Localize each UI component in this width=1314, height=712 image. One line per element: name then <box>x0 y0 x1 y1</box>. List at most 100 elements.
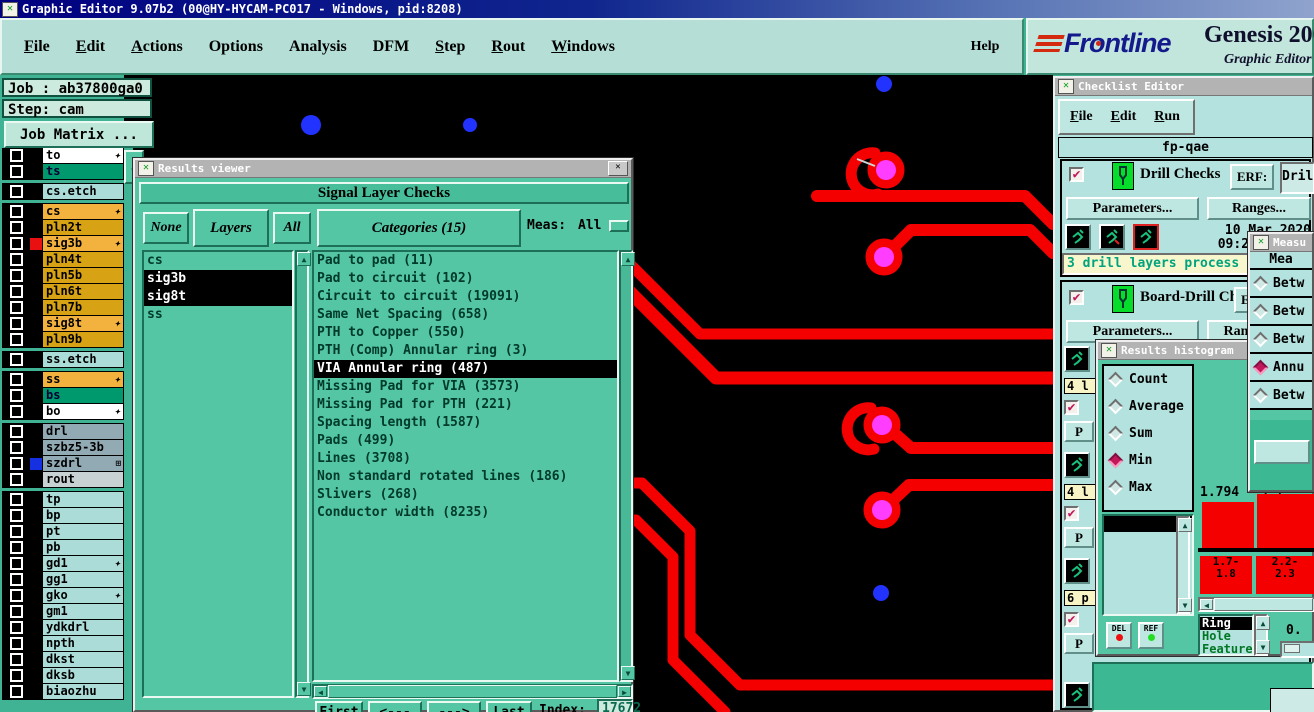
layer-name[interactable]: drl <box>43 424 123 439</box>
check-enabled-checkbox[interactable]: ✔ <box>1064 506 1079 521</box>
erf-button[interactable]: ERF: <box>1230 164 1274 190</box>
scroll-up-icon[interactable]: ▲ <box>1178 518 1192 532</box>
layer-color-chip[interactable] <box>29 268 43 283</box>
results-layer-item[interactable]: ss <box>144 306 292 324</box>
stat-radio-row[interactable]: Min <box>1104 447 1192 474</box>
feature-list-vscrollbar[interactable]: ▲ ▼ <box>1254 614 1270 656</box>
layer-name[interactable]: gd1 ✦ <box>43 556 123 571</box>
nav-last-button[interactable]: Last <box>486 701 532 712</box>
layer-visibility-checkbox[interactable] <box>3 184 29 199</box>
layer-visibility-checkbox[interactable] <box>3 604 29 619</box>
erf-field[interactable]: Dril <box>1280 162 1314 194</box>
layer-color-chip[interactable] <box>29 184 43 199</box>
layer-color-chip[interactable] <box>29 404 43 419</box>
layer-name[interactable]: gko ✦ <box>43 588 123 603</box>
menu-item[interactable]: Rout <box>491 38 525 56</box>
layer-visibility-checkbox[interactable] <box>3 620 29 635</box>
layer-visibility-checkbox[interactable] <box>3 164 29 179</box>
run-check-icon[interactable] <box>1064 558 1090 584</box>
layer-visibility-checkbox[interactable] <box>3 540 29 555</box>
measurement-option-row[interactable]: Betw <box>1250 270 1312 298</box>
layer-name[interactable]: szdrl ⊞ <box>43 456 123 471</box>
layer-color-chip[interactable] <box>29 588 43 603</box>
layer-name[interactable]: cs.etch <box>43 184 123 199</box>
layer-name[interactable]: pln7b <box>43 300 123 315</box>
parameters-short-button[interactable]: P <box>1064 421 1094 442</box>
layer-visibility-checkbox[interactable] <box>3 148 29 163</box>
layer-name[interactable]: bp <box>43 508 123 523</box>
layer-name[interactable]: gm1 <box>43 604 123 619</box>
run-check-icon[interactable] <box>1099 224 1125 250</box>
layer-color-chip[interactable] <box>29 220 43 235</box>
value-slider[interactable] <box>1280 641 1314 658</box>
layer-name[interactable]: pln4t <box>43 252 123 267</box>
layer-name[interactable]: ts <box>43 164 123 179</box>
results-category-item[interactable]: Circuit to circuit (19091) <box>314 288 617 306</box>
results-category-item[interactable]: Pad to circuit (102) <box>314 270 617 288</box>
layer-color-chip[interactable] <box>29 456 43 471</box>
layer-color-chip[interactable] <box>29 604 43 619</box>
measurement-option-row[interactable]: Betw <box>1250 326 1312 354</box>
run-check-icon[interactable] <box>1064 452 1090 478</box>
layer-visibility-checkbox[interactable] <box>3 252 29 267</box>
layer-name[interactable]: ydkdrl <box>43 620 123 635</box>
nav-prev-button[interactable]: <--- <box>368 701 422 712</box>
scroll-down-icon[interactable]: ▼ <box>1256 640 1270 654</box>
menu-item[interactable]: Analysis <box>289 38 347 56</box>
results-viewer-titlebar[interactable]: ✕ Results viewer ✕ <box>135 160 631 178</box>
run-check-icon[interactable] <box>1064 346 1090 372</box>
layer-color-chip[interactable] <box>29 636 43 651</box>
scroll-down-icon[interactable]: ▼ <box>297 682 311 696</box>
results-layer-item[interactable]: sig8t <box>144 288 292 306</box>
layer-name[interactable]: cs ✦ <box>43 204 123 219</box>
meas-dropdown[interactable]: All <box>578 218 601 233</box>
measure-list-vscrollbar[interactable]: ▲ ▼ <box>1176 516 1192 614</box>
layer-name[interactable]: ss.etch <box>43 352 123 367</box>
radio-diamond-icon[interactable] <box>1107 479 1124 496</box>
stat-radio-row[interactable]: Average <box>1104 393 1192 420</box>
layer-color-chip[interactable] <box>29 300 43 315</box>
drill-checks-checkbox[interactable]: ✔ <box>1069 167 1084 182</box>
job-matrix-button[interactable]: Job Matrix ... <box>4 121 154 148</box>
layer-visibility-checkbox[interactable] <box>3 684 29 699</box>
layer-name[interactable]: npth <box>43 636 123 651</box>
results-category-list[interactable]: Pad to pad (11) Pad to circuit (102) Circu… <box>312 250 619 682</box>
layer-name[interactable]: rout <box>43 472 123 487</box>
layer-visibility-checkbox[interactable] <box>3 668 29 683</box>
parameters-button[interactable]: Parameters... <box>1066 197 1199 220</box>
layer-name[interactable]: pln2t <box>43 220 123 235</box>
stat-radio-row[interactable]: Max <box>1104 474 1192 501</box>
measurement-titlebar[interactable]: ✕ Measu <box>1250 234 1312 252</box>
results-category-item[interactable]: PTH to Copper (550) <box>314 324 617 342</box>
radio-diamond-icon[interactable] <box>1252 387 1269 403</box>
layer-visibility-checkbox[interactable] <box>3 372 29 387</box>
layer-color-chip[interactable] <box>29 352 43 367</box>
layer-list-vscrollbar[interactable]: ▲ ▼ <box>295 250 311 698</box>
run-check-icon[interactable] <box>1065 224 1091 250</box>
layer-visibility-checkbox[interactable] <box>3 636 29 651</box>
results-layer-item[interactable]: sig3b <box>144 270 292 288</box>
ranges-button[interactable]: Ranges... <box>1207 197 1311 220</box>
layer-name[interactable]: tp <box>43 492 123 507</box>
menu-item[interactable]: DFM <box>373 38 409 56</box>
layer-name[interactable]: to ✦ <box>43 148 123 163</box>
layer-visibility-checkbox[interactable] <box>3 508 29 523</box>
checklist-editor-titlebar[interactable]: ✕ Checklist Editor <box>1055 78 1312 96</box>
layer-name[interactable]: dksb <box>43 668 123 683</box>
layer-visibility-checkbox[interactable] <box>3 352 29 367</box>
feature-type-item[interactable]: Feature <box>1200 643 1252 655</box>
stat-radio-row[interactable]: Sum <box>1104 420 1192 447</box>
layer-visibility-checkbox[interactable] <box>3 524 29 539</box>
layer-visibility-checkbox[interactable] <box>3 332 29 347</box>
results-category-item[interactable]: Conductor width (8235) <box>314 504 617 522</box>
layers-all-button[interactable]: All <box>273 212 311 244</box>
layer-color-chip[interactable] <box>29 524 43 539</box>
layer-color-chip[interactable] <box>29 684 43 699</box>
value-field[interactable]: 0. <box>1286 623 1302 638</box>
results-category-item[interactable]: Missing Pad for VIA (3573) <box>314 378 617 396</box>
layer-name[interactable]: bs <box>43 388 123 403</box>
layer-visibility-checkbox[interactable] <box>3 204 29 219</box>
layer-color-chip[interactable] <box>29 332 43 347</box>
checklist-menu-item[interactable]: Run <box>1154 109 1180 125</box>
scroll-right-icon[interactable]: ▶ <box>618 686 631 697</box>
